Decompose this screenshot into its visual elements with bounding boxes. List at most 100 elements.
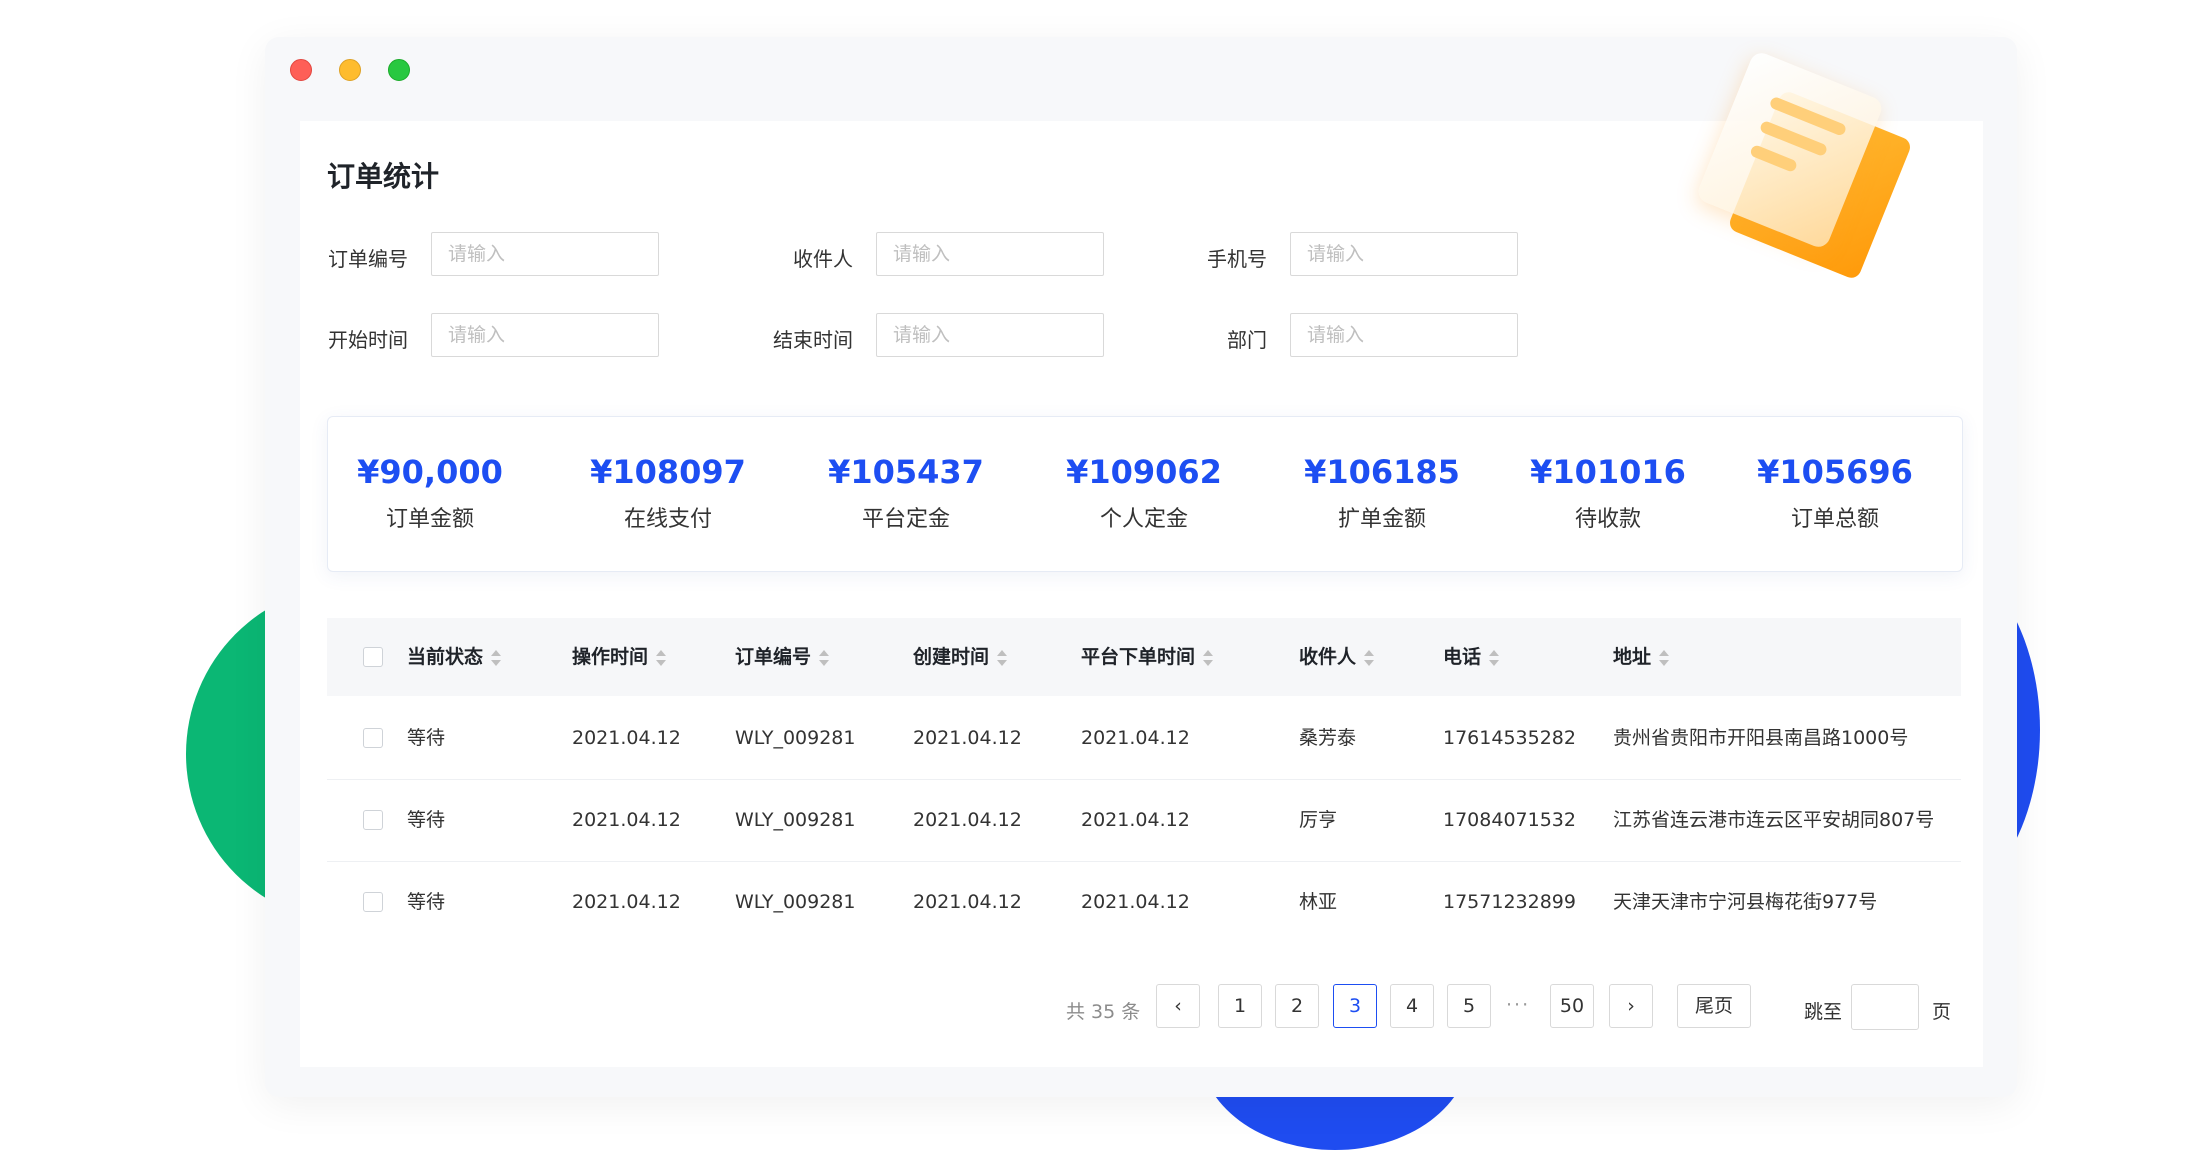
column-header-status[interactable]: 当前状态: [407, 618, 502, 696]
sort-icon[interactable]: [819, 649, 830, 667]
page-button-3-current[interactable]: 3: [1333, 984, 1377, 1028]
row-checkbox[interactable]: [363, 728, 383, 748]
stat-value: ¥90,000: [357, 453, 503, 491]
column-header-receiver[interactable]: 收件人: [1299, 618, 1375, 696]
page-button-2[interactable]: 2: [1275, 984, 1319, 1028]
column-header-label: 操作时间: [572, 646, 649, 668]
row-checkbox[interactable]: [363, 810, 383, 830]
cell-phone: 17614535282: [1443, 727, 1576, 749]
column-header-label: 收件人: [1299, 646, 1357, 668]
sort-icon[interactable]: [1659, 649, 1670, 667]
sort-icon[interactable]: [997, 649, 1008, 667]
stat-value: ¥109062: [1066, 453, 1222, 491]
page-button-50[interactable]: 50: [1550, 984, 1594, 1028]
cell-created-time: 2021.04.12: [913, 809, 1022, 831]
stat-value: ¥105696: [1757, 453, 1913, 491]
pagination-total: 共 35 条: [1066, 1001, 1141, 1023]
cell-receiver: 林亚: [1299, 891, 1338, 913]
end-time-input[interactable]: [876, 313, 1104, 357]
table-row[interactable]: 等待 2021.04.12 WLY_009281 2021.04.12 2021…: [327, 779, 1961, 862]
cell-status: 等待: [407, 727, 446, 749]
stat-label: 个人定金: [1099, 507, 1188, 532]
table-header: 当前状态 操作时间 订单编号 创建时间 平台下单时间 收件人 电话 地址: [327, 618, 1961, 696]
cell-created-time: 2021.04.12: [913, 727, 1022, 749]
cell-address: 江苏省连云港市连云区平安胡同807号: [1613, 809, 1935, 831]
column-header-operation-time[interactable]: 操作时间: [572, 618, 667, 696]
prev-page-button[interactable]: ‹: [1156, 984, 1200, 1028]
phone-input[interactable]: [1290, 232, 1518, 276]
column-header-label: 地址: [1613, 646, 1652, 668]
page-button-5[interactable]: 5: [1447, 984, 1491, 1028]
column-header-label: 电话: [1443, 646, 1482, 668]
pagination-ellipsis[interactable]: ···: [1506, 994, 1530, 1016]
order-no-input[interactable]: [431, 232, 659, 276]
stat-label: 在线支付: [623, 507, 712, 532]
stat-personal-deposit: ¥109062 个人定金: [1044, 453, 1244, 533]
cell-platform-order-time: 2021.04.12: [1081, 727, 1190, 749]
cell-platform-order-time: 2021.04.12: [1081, 809, 1190, 831]
stat-value: ¥108097: [590, 453, 746, 491]
column-header-label: 当前状态: [407, 646, 484, 668]
start-time-input[interactable]: [431, 313, 659, 357]
page-button-1[interactable]: 1: [1218, 984, 1262, 1028]
cell-created-time: 2021.04.12: [913, 891, 1022, 913]
cell-platform-order-time: 2021.04.12: [1081, 891, 1190, 913]
cell-order-no: WLY_009281: [735, 727, 856, 749]
phone-label: 手机号: [1207, 247, 1267, 271]
end-time-label: 结束时间: [773, 328, 853, 352]
row-checkbox[interactable]: [363, 892, 383, 912]
stat-label: 订单金额: [385, 507, 474, 532]
sort-icon[interactable]: [656, 649, 667, 667]
stat-label: 订单总额: [1790, 507, 1879, 532]
zoom-window-button[interactable]: [388, 59, 410, 81]
cell-order-no: WLY_009281: [735, 891, 856, 913]
start-time-label: 开始时间: [328, 328, 408, 352]
stat-label: 待收款: [1574, 507, 1641, 532]
cell-operation-time: 2021.04.12: [572, 727, 681, 749]
department-label: 部门: [1227, 328, 1267, 352]
column-header-phone[interactable]: 电话: [1443, 618, 1500, 696]
column-header-address[interactable]: 地址: [1613, 618, 1670, 696]
stat-value: ¥101016: [1530, 453, 1686, 491]
close-window-button[interactable]: [290, 59, 312, 81]
receiver-input[interactable]: [876, 232, 1104, 276]
sort-icon[interactable]: [1203, 649, 1214, 667]
stat-platform-deposit: ¥105437 平台定金: [806, 453, 1006, 533]
goto-label: 跳至: [1804, 1001, 1843, 1023]
cell-status: 等待: [407, 891, 446, 913]
cell-receiver: 厉亨: [1299, 809, 1338, 831]
page-button-4[interactable]: 4: [1390, 984, 1434, 1028]
cell-operation-time: 2021.04.12: [572, 891, 681, 913]
sort-icon[interactable]: [491, 649, 502, 667]
column-header-label: 创建时间: [913, 646, 990, 668]
select-all-checkbox[interactable]: [363, 647, 383, 667]
minimize-window-button[interactable]: [339, 59, 361, 81]
column-header-label: 平台下单时间: [1081, 646, 1196, 668]
last-page-button[interactable]: 尾页: [1677, 984, 1751, 1028]
stat-receivable: ¥101016 待收款: [1508, 453, 1708, 533]
goto-page-input[interactable]: [1851, 984, 1919, 1030]
cell-status: 等待: [407, 809, 446, 831]
table-row[interactable]: 等待 2021.04.12 WLY_009281 2021.04.12 2021…: [327, 697, 1961, 780]
stat-expansion-amount: ¥106185 扩单金额: [1282, 453, 1482, 533]
sort-icon[interactable]: [1364, 649, 1375, 667]
stat-value: ¥105437: [828, 453, 984, 491]
next-page-button[interactable]: ›: [1609, 984, 1653, 1028]
cell-receiver: 桑芳泰: [1299, 727, 1357, 749]
column-header-order-no[interactable]: 订单编号: [735, 618, 830, 696]
cell-operation-time: 2021.04.12: [572, 809, 681, 831]
column-header-created-time[interactable]: 创建时间: [913, 618, 1008, 696]
receiver-label: 收件人: [793, 247, 853, 271]
stat-value: ¥106185: [1304, 453, 1460, 491]
stat-order-total: ¥105696 订单总额: [1735, 453, 1935, 533]
table-row[interactable]: 等待 2021.04.12 WLY_009281 2021.04.12 2021…: [327, 861, 1961, 943]
page-suffix-label: 页: [1932, 1001, 1952, 1023]
stat-online-payment: ¥108097 在线支付: [568, 453, 768, 533]
cell-address: 贵州省贵阳市开阳县南昌路1000号: [1613, 727, 1909, 749]
stats-card: ¥90,000 订单金额 ¥108097 在线支付 ¥105437 平台定金 ¥…: [327, 416, 1963, 572]
sort-icon[interactable]: [1489, 649, 1500, 667]
stat-order-amount: ¥90,000 订单金额: [330, 453, 530, 533]
order-no-label: 订单编号: [328, 247, 408, 271]
department-input[interactable]: [1290, 313, 1518, 357]
column-header-platform-order-time[interactable]: 平台下单时间: [1081, 618, 1214, 696]
